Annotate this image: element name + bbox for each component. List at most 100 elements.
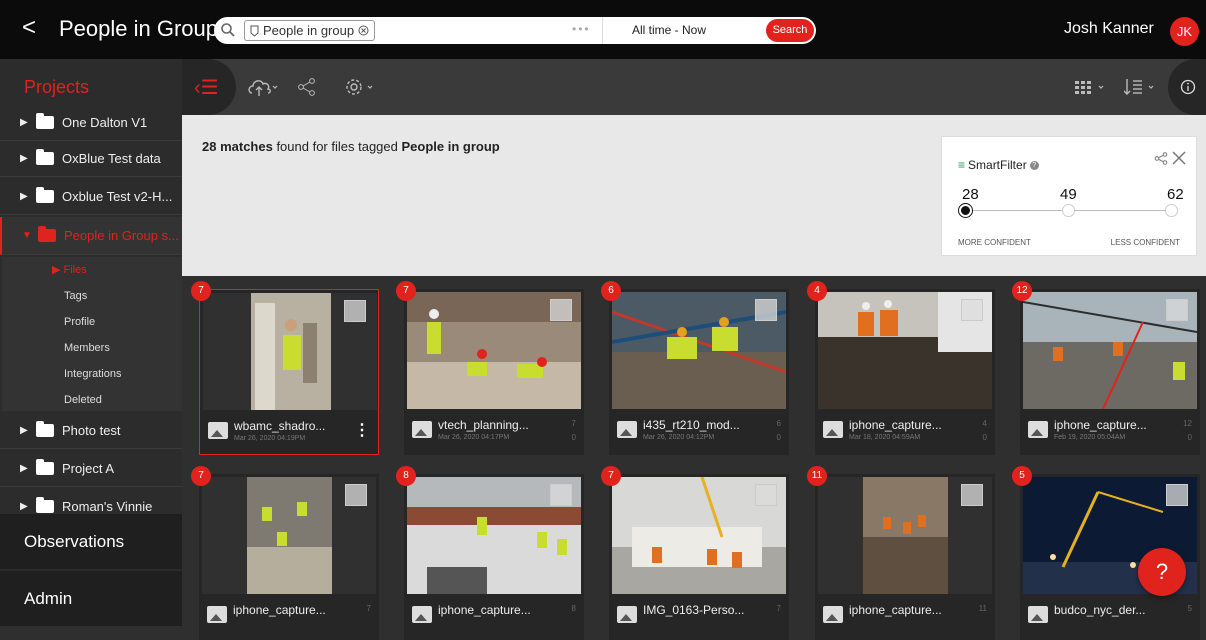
sidebar-toggle-button[interactable]: ‹☰ — [182, 59, 236, 115]
select-checkbox[interactable] — [1166, 299, 1188, 321]
file-card[interactable]: iphone_capture... 8 — [404, 474, 584, 640]
sidebar-project-item[interactable]: ▶ Photo test — [0, 413, 182, 449]
info-button[interactable] — [1168, 59, 1206, 115]
file-name[interactable]: iphone_capture... — [438, 603, 550, 617]
image-icon — [412, 606, 432, 623]
project-name: Photo test — [62, 423, 121, 438]
image-icon — [1028, 421, 1048, 438]
image-icon — [823, 606, 843, 623]
threshold-value: 49 — [1060, 186, 1077, 203]
sidebar-subitem-integrations[interactable]: Integrations — [2, 361, 182, 387]
project-name: One Dalton V1 — [62, 115, 148, 130]
sidebar-subitem-deleted[interactable]: Deleted — [2, 387, 182, 411]
file-meta: 60 — [777, 417, 781, 445]
slider-stop[interactable] — [1062, 204, 1075, 217]
select-checkbox[interactable] — [550, 299, 572, 321]
image-icon — [1028, 606, 1048, 623]
file-card[interactable]: iphone_capture... Mar 18, 2020 04:59AM 4… — [815, 289, 995, 455]
file-date: Feb 19, 2020 05:04AM — [1054, 434, 1126, 441]
comment-count: 0 — [776, 433, 781, 442]
slider-stop[interactable] — [1165, 204, 1178, 217]
tag-count: 8 — [571, 604, 576, 613]
list-toggle-icon: ‹☰ — [194, 77, 219, 99]
folder-icon — [36, 113, 54, 129]
cloud-upload-icon[interactable] — [247, 77, 279, 97]
nav-admin[interactable]: Admin — [0, 571, 182, 626]
share-icon[interactable] — [1154, 152, 1168, 165]
comment-count: 0 — [1187, 433, 1192, 442]
sidebar-project-item[interactable]: ▶ OxBlue Test data — [0, 141, 182, 177]
user-name[interactable]: Josh Kanner — [1064, 20, 1154, 38]
sidebar-subitem-tags[interactable]: Tags — [2, 283, 182, 309]
select-checkbox[interactable] — [755, 484, 777, 506]
people-count-badge: 7 — [601, 466, 621, 486]
sidebar-subitem-files[interactable]: ▶ Files — [2, 257, 182, 283]
file-card[interactable]: i435_rt210_mod... Mar 26, 2020 04:12PM 6… — [609, 289, 789, 455]
file-card[interactable]: iphone_capture... 7 — [199, 474, 379, 640]
select-checkbox[interactable] — [961, 299, 983, 321]
sidebar-subitem-profile[interactable]: Profile — [2, 309, 182, 335]
less-confident-label: LESS CONFIDENT — [1110, 238, 1180, 247]
file-date: Mar 26, 2020 04:17PM — [438, 434, 510, 441]
help-icon[interactable]: ? — [1029, 160, 1039, 170]
close-icon[interactable] — [1172, 151, 1186, 165]
tag-count: 12 — [1183, 419, 1192, 428]
date-range-selector[interactable]: All time - Now — [632, 23, 706, 37]
help-button[interactable]: ? — [1138, 548, 1186, 596]
more-options-icon[interactable]: ••• — [572, 22, 591, 36]
project-name: OxBlue Test data — [62, 151, 161, 166]
folder-icon — [36, 149, 54, 165]
project-name: Oxblue Test v2-H... — [62, 189, 173, 204]
file-name[interactable]: budco_nyc_der... — [1054, 603, 1166, 617]
settings-icon[interactable] — [344, 77, 378, 97]
search-button[interactable]: Search — [766, 19, 814, 42]
select-checkbox[interactable] — [961, 484, 983, 506]
tag-count: 7 — [776, 604, 781, 613]
file-name[interactable]: iphone_capture... — [849, 603, 961, 617]
file-name[interactable]: iphone_capture... — [849, 418, 961, 432]
sidebar-project-item[interactable]: ▶ Oxblue Test v2-H... — [0, 179, 182, 215]
project-name: Roman's Vinnie — [62, 499, 153, 514]
select-checkbox[interactable] — [344, 300, 366, 322]
select-checkbox[interactable] — [755, 299, 777, 321]
results-tag: People in group — [401, 139, 500, 154]
search-bar[interactable]: People in group ••• All time - Now Searc… — [214, 17, 816, 44]
slider-handle-selected[interactable] — [959, 204, 972, 217]
sidebar-project-item[interactable]: ▶ Project A — [0, 451, 182, 487]
tag-count: 7 — [366, 604, 371, 613]
sidebar-subitem-members[interactable]: Members — [2, 335, 182, 361]
sidebar-project-item[interactable]: ▶ One Dalton V1 — [0, 105, 182, 141]
file-card[interactable]: iphone_capture... 11 — [815, 474, 995, 640]
search-tag-chip[interactable]: People in group — [244, 20, 376, 41]
file-name[interactable]: wbamc_shadro... — [234, 419, 346, 433]
file-name[interactable]: vtech_planning... — [438, 418, 550, 432]
file-card[interactable]: IMG_0163-Perso... 7 — [609, 474, 789, 640]
file-card[interactable]: vtech_planning... Mar 26, 2020 04:17PM 7… — [404, 289, 584, 455]
file-card[interactable]: iphone_capture... Feb 19, 2020 05:04AM 1… — [1020, 289, 1200, 455]
sort-icon[interactable] — [1124, 78, 1158, 96]
smartfilter-panel: ≡ SmartFilter ? 28 49 62 MORE CONFIDENT … — [941, 136, 1197, 256]
file-card-selected[interactable]: wbamc_shadro... Mar 26, 2020 04:19PM ⋮ — [199, 289, 379, 455]
file-meta: 7 — [367, 602, 371, 616]
people-count-badge: 7 — [396, 281, 416, 301]
select-checkbox[interactable] — [550, 484, 572, 506]
back-button[interactable]: < — [22, 14, 36, 42]
remove-chip-icon[interactable] — [358, 25, 369, 36]
file-name[interactable]: iphone_capture... — [233, 603, 345, 617]
more-vert-icon[interactable]: ⋮ — [354, 420, 370, 440]
select-checkbox[interactable] — [1166, 484, 1188, 506]
image-icon — [617, 421, 637, 438]
nav-observations[interactable]: Observations — [0, 514, 182, 569]
tag-count: 11 — [978, 604, 987, 613]
smartfilter-label: SmartFilter — [968, 158, 1027, 172]
file-name[interactable]: IMG_0163-Perso... — [643, 603, 755, 617]
sidebar-project-item-active[interactable]: ▼ People in Group s... — [0, 217, 182, 255]
file-name[interactable]: i435_rt210_mod... — [643, 418, 755, 432]
people-count-badge: 5 — [1012, 466, 1032, 486]
file-name[interactable]: iphone_capture... — [1054, 418, 1166, 432]
share-icon[interactable] — [297, 78, 317, 96]
avatar[interactable]: JK — [1170, 17, 1199, 46]
select-checkbox[interactable] — [345, 484, 367, 506]
grid-view-icon[interactable] — [1074, 79, 1108, 95]
info-icon — [1180, 79, 1196, 95]
